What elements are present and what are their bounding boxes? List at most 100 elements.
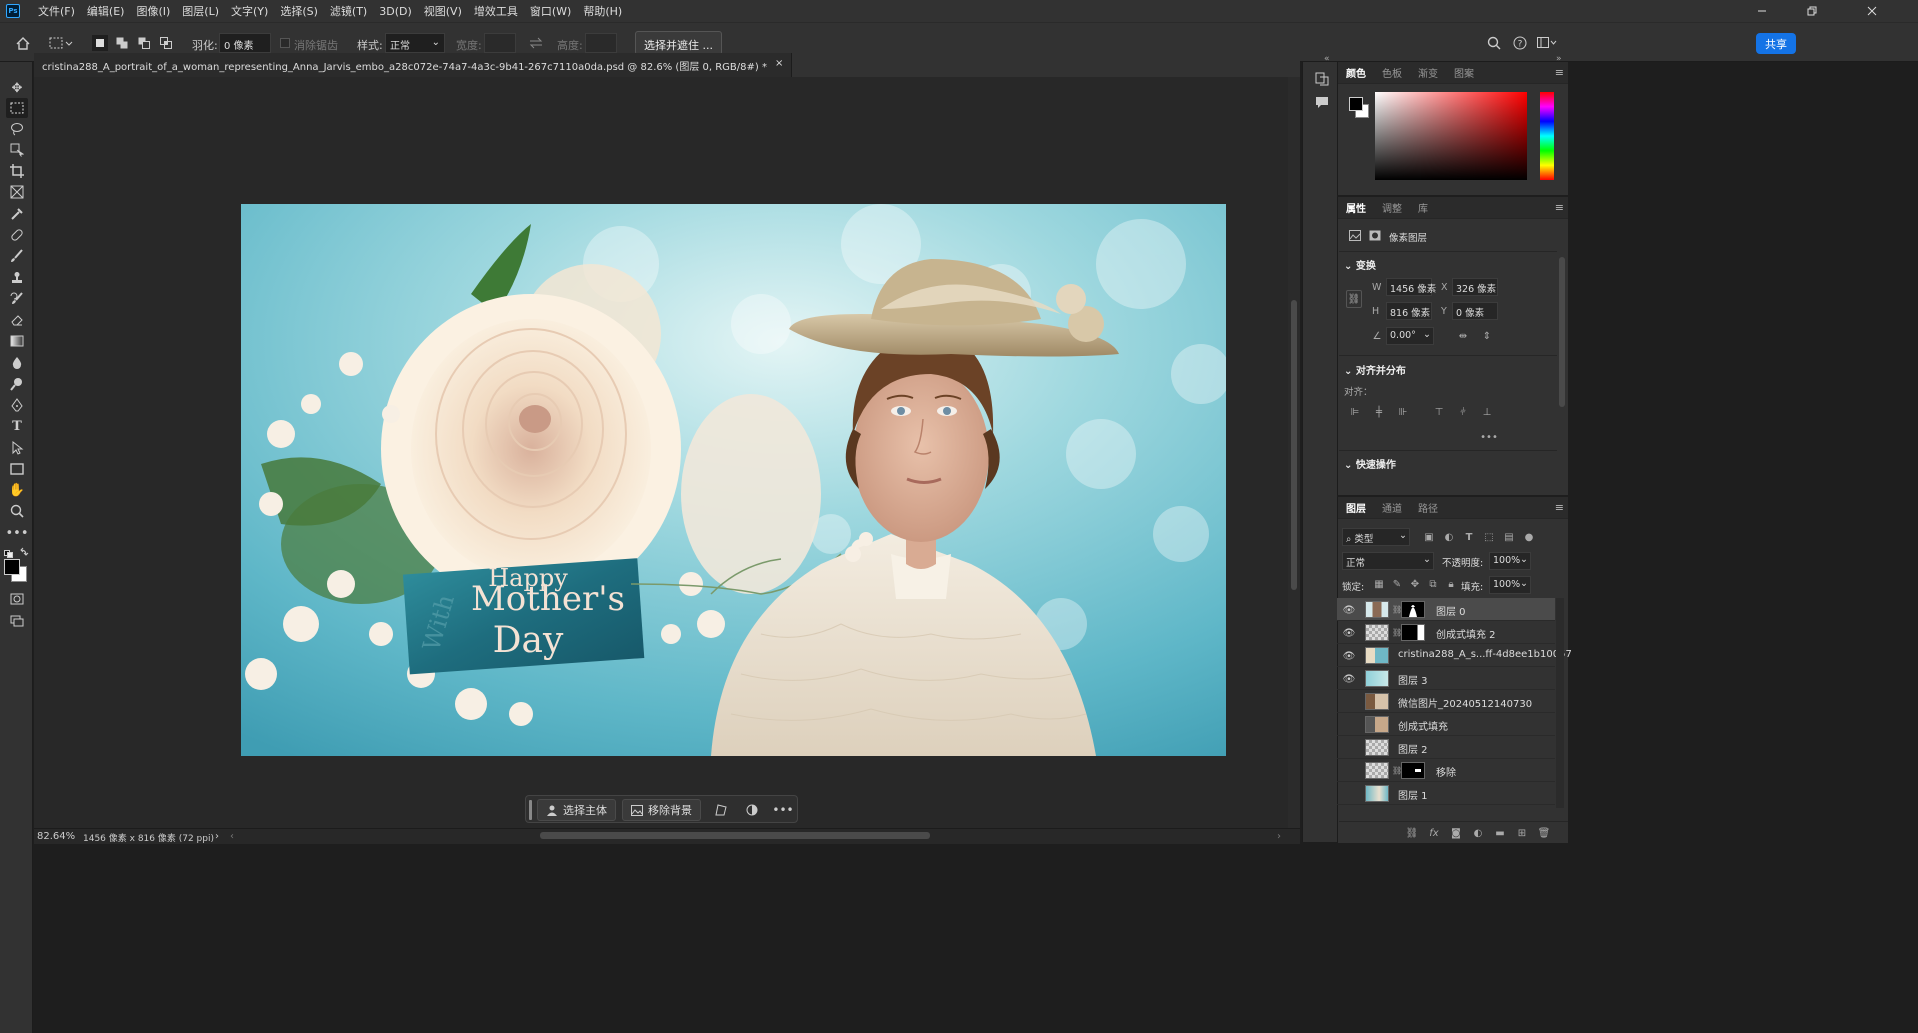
- lock-position-button[interactable]: ✥: [1408, 577, 1422, 591]
- style-select[interactable]: 正常 ⌄: [385, 33, 445, 53]
- document-canvas[interactable]: With Happy Mother's Day: [241, 204, 1226, 756]
- tab-layers[interactable]: 图层: [1338, 500, 1374, 515]
- type-tool[interactable]: T: [6, 416, 28, 436]
- menu-filter[interactable]: 滤镜(T): [324, 3, 373, 19]
- eyedropper-tool[interactable]: [6, 204, 28, 224]
- layer-mask-icon[interactable]: [1368, 228, 1382, 242]
- menu-view[interactable]: 视图(V): [418, 3, 468, 19]
- menu-help[interactable]: 帮助(H): [577, 3, 628, 19]
- help-button[interactable]: ?: [1512, 35, 1528, 51]
- quick-mask-button[interactable]: [6, 589, 28, 609]
- visibility-eye-icon[interactable]: 👁︎: [1342, 603, 1356, 617]
- zoom-tool[interactable]: [6, 501, 28, 521]
- hand-tool[interactable]: ✋: [6, 480, 28, 500]
- layer-row[interactable]: 👁︎ 微信图片_20240512140730: [1337, 690, 1555, 713]
- move-tool[interactable]: ✥: [6, 78, 28, 98]
- brush-tool[interactable]: [6, 246, 28, 266]
- zoom-level[interactable]: 82.64%: [37, 831, 75, 842]
- menu-image[interactable]: 图像(I): [130, 3, 176, 19]
- align-center-h-button[interactable]: ╪: [1372, 405, 1386, 419]
- layers-scrollbar[interactable]: [1556, 598, 1564, 808]
- default-colors-button[interactable]: [4, 548, 14, 558]
- layer-row[interactable]: 👁︎ 图层 2: [1337, 736, 1555, 759]
- menu-plugins[interactable]: 增效工具: [468, 3, 524, 19]
- share-button[interactable]: 共享: [1756, 33, 1796, 54]
- clone-stamp-tool[interactable]: [6, 268, 28, 288]
- link-dimensions-button[interactable]: ⛓: [1346, 290, 1362, 308]
- history-panel-button[interactable]: [1315, 72, 1329, 86]
- menu-type[interactable]: 文字(Y): [225, 3, 274, 19]
- fill-field[interactable]: 100% ⌄: [1489, 576, 1531, 594]
- layer-row[interactable]: 👁︎ ⛓ 创成式填充 2: [1337, 621, 1555, 644]
- flip-vertical-button[interactable]: ⇕: [1480, 329, 1494, 343]
- adjustment-button[interactable]: [743, 801, 761, 819]
- layer-row[interactable]: 👁︎ ⛓ 移除: [1337, 759, 1555, 782]
- panel-menu-icon[interactable]: ≡: [1555, 66, 1564, 79]
- align-bottom-button[interactable]: ⊥: [1480, 405, 1494, 419]
- rectangle-tool[interactable]: [6, 459, 28, 479]
- add-mask-button[interactable]: ◙: [1449, 826, 1463, 840]
- tab-color[interactable]: 颜色: [1338, 65, 1374, 80]
- minimize-button[interactable]: [1740, 0, 1784, 22]
- menu-select[interactable]: 选择(S): [274, 3, 324, 19]
- tool-preset-picker[interactable]: [48, 35, 74, 51]
- tab-paths[interactable]: 路径: [1410, 500, 1446, 515]
- panel-menu-icon[interactable]: ≡: [1555, 501, 1564, 514]
- quick-actions-section-header[interactable]: ⌄ 快速操作: [1344, 456, 1396, 471]
- blur-tool[interactable]: [6, 353, 28, 373]
- lock-all-button[interactable]: 🔒︎: [1444, 577, 1458, 591]
- marquee-tool[interactable]: [6, 98, 28, 118]
- align-top-button[interactable]: ⊤: [1432, 405, 1446, 419]
- filter-type-button[interactable]: T: [1462, 530, 1476, 544]
- healing-brush-tool[interactable]: [6, 225, 28, 245]
- select-and-mask-button[interactable]: 选择并遮住 ...: [635, 31, 722, 55]
- tab-libraries[interactable]: 库: [1410, 200, 1436, 215]
- tab-patterns[interactable]: 图案: [1446, 65, 1482, 80]
- more-options-button[interactable]: •••: [772, 801, 793, 819]
- tab-properties[interactable]: 属性: [1338, 200, 1374, 215]
- foreground-color-swatch[interactable]: [4, 559, 20, 575]
- tab-channels[interactable]: 通道: [1374, 500, 1410, 515]
- close-window-button[interactable]: [1850, 0, 1894, 22]
- collapse-strip-icon[interactable]: «: [1324, 54, 1330, 64]
- swap-colors-button[interactable]: [19, 547, 29, 557]
- visibility-eye-icon[interactable]: 👁︎: [1342, 626, 1356, 640]
- properties-scrollbar-thumb[interactable]: [1559, 257, 1565, 407]
- lock-transparency-button[interactable]: ▦: [1372, 577, 1386, 591]
- panel-fg-swatch[interactable]: [1349, 97, 1363, 111]
- add-style-button[interactable]: fx: [1427, 826, 1441, 840]
- new-adjustment-button[interactable]: ◐: [1471, 826, 1485, 840]
- align-middle-button[interactable]: ⫩: [1456, 405, 1470, 419]
- angle-field[interactable]: 0.00° ⌄: [1386, 327, 1434, 345]
- new-selection-button[interactable]: [92, 35, 108, 51]
- delete-layer-button[interactable]: 🗑︎: [1537, 826, 1551, 840]
- width-field[interactable]: 1456 像素: [1386, 278, 1436, 296]
- menu-3d[interactable]: 3D(D): [373, 5, 418, 18]
- align-left-button[interactable]: ⊫: [1348, 405, 1362, 419]
- new-group-button[interactable]: ▬: [1493, 826, 1507, 840]
- add-selection-button[interactable]: [114, 35, 130, 51]
- transform-button[interactable]: [712, 801, 730, 819]
- scroll-left-icon[interactable]: ‹: [230, 831, 234, 842]
- layer-row[interactable]: 👁︎ 图层 1: [1337, 782, 1555, 805]
- align-section-header[interactable]: ⌄ 对齐并分布: [1344, 362, 1406, 377]
- blend-mode-select[interactable]: 正常 ⌄: [1342, 552, 1434, 570]
- filter-shape-button[interactable]: ⬚: [1482, 530, 1496, 544]
- filter-smart-object-button[interactable]: ▤: [1502, 530, 1516, 544]
- height-input[interactable]: [585, 33, 617, 53]
- align-right-button[interactable]: ⊪: [1396, 405, 1410, 419]
- layer-row[interactable]: 👁︎ ⛓ 图层 0: [1337, 598, 1555, 621]
- layer-row[interactable]: 👁︎ 创成式填充: [1337, 713, 1555, 736]
- tab-adjustments[interactable]: 调整: [1374, 200, 1410, 215]
- pen-tool[interactable]: [6, 395, 28, 415]
- scroll-right-icon[interactable]: ›: [1277, 831, 1281, 842]
- tab-gradients[interactable]: 渐变: [1410, 65, 1446, 80]
- search-button[interactable]: [1486, 35, 1502, 51]
- menu-file[interactable]: 文件(F): [32, 3, 81, 19]
- drag-handle[interactable]: [529, 800, 532, 820]
- intersect-selection-button[interactable]: [158, 35, 174, 51]
- dodge-tool[interactable]: [6, 374, 28, 394]
- workspace-button[interactable]: [1536, 35, 1558, 51]
- filter-pixel-button[interactable]: ▣: [1422, 530, 1436, 544]
- width-input[interactable]: [484, 33, 516, 53]
